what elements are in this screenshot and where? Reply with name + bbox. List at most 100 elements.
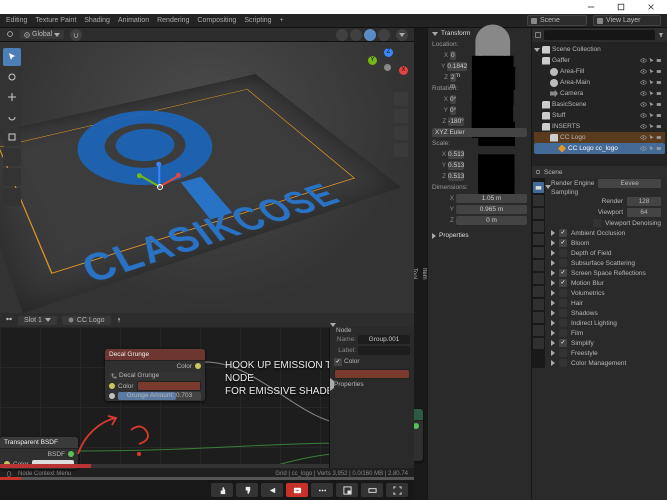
eye-icon[interactable]	[640, 134, 647, 141]
eye-icon[interactable]	[640, 112, 647, 119]
selectable-icon[interactable]	[648, 134, 655, 141]
grunge-amount-slider[interactable]: Grunge Amount: 0.703	[118, 392, 201, 400]
shading-solid[interactable]	[350, 29, 362, 41]
zoom-button[interactable]	[394, 92, 408, 106]
render-section-row[interactable]: Volumetrics	[545, 288, 667, 298]
outliner-row[interactable]: Camera	[534, 88, 665, 99]
disclosure-icon[interactable]	[551, 340, 555, 346]
object-tab[interactable]	[533, 247, 544, 258]
filter-icon[interactable]	[658, 32, 664, 38]
modifier-tab[interactable]	[533, 260, 544, 271]
section-checkbox[interactable]	[559, 309, 567, 317]
section-checkbox[interactable]	[559, 349, 567, 357]
outliner-row[interactable]: INSERTS	[534, 121, 665, 132]
node-header[interactable]: Transparent BSDF	[0, 437, 78, 449]
orbit-x[interactable]: X	[399, 66, 408, 75]
dim-x-field[interactable]: 1.05 m	[456, 194, 527, 203]
outliner-row[interactable]: Gaffer	[534, 55, 665, 66]
render-section-row[interactable]: Indirect Lighting	[545, 318, 667, 328]
node-name-input[interactable]: Group.001	[358, 335, 410, 344]
orientation-dropdown[interactable]: Global	[20, 30, 64, 39]
rotate-tool[interactable]	[3, 108, 21, 126]
pin-icon[interactable]	[116, 317, 122, 323]
close-window-button[interactable]	[639, 0, 663, 14]
scale-y-field[interactable]: 0.513	[448, 161, 464, 170]
orbit-center[interactable]	[384, 64, 391, 71]
editor-type-icon[interactable]	[5, 315, 13, 325]
disclosure-icon[interactable]	[551, 290, 555, 296]
color-field[interactable]	[137, 381, 201, 391]
thumb-down-button[interactable]	[236, 483, 258, 497]
select-tool[interactable]	[3, 48, 21, 66]
disclosure-icon[interactable]	[551, 250, 555, 256]
render-section-row[interactable]: Shadows	[545, 308, 667, 318]
snap-toggle[interactable]	[70, 29, 82, 41]
location-z-field[interactable]: 2 m	[450, 73, 455, 82]
workspace-add[interactable]: +	[280, 17, 284, 24]
move-tool[interactable]	[3, 88, 21, 106]
workspace-tab[interactable]: Editing	[6, 17, 27, 24]
render-section-row[interactable]: Simplify	[545, 338, 667, 348]
transform-tool[interactable]	[3, 148, 21, 166]
render-icon[interactable]	[656, 134, 663, 141]
render-section-row[interactable]: Ambient Occlusion	[545, 228, 667, 238]
selectable-icon[interactable]	[648, 90, 655, 97]
dim-z-field[interactable]: 0 m	[456, 216, 527, 225]
viewlayer-selector[interactable]: View Layer	[593, 15, 661, 26]
texture-tab[interactable]	[533, 338, 544, 349]
outliner-search[interactable]	[544, 30, 655, 40]
render-icon[interactable]	[656, 68, 663, 75]
render-icon[interactable]	[656, 145, 663, 152]
rotation-x-field[interactable]: 0°	[450, 95, 456, 104]
constraints-tab[interactable]	[533, 299, 544, 310]
camera-view-button[interactable]	[394, 126, 408, 140]
disclosure-icon[interactable]	[551, 300, 555, 306]
dim-y-field[interactable]: 0.965 m	[456, 205, 527, 214]
disclosure-icon[interactable]	[551, 240, 555, 246]
viewport-samples-field[interactable]: 64	[627, 208, 661, 217]
disclosure-icon[interactable]	[551, 360, 555, 366]
maximize-button[interactable]	[609, 0, 633, 14]
thumb-up-button[interactable]	[211, 483, 233, 497]
measure-tool[interactable]	[3, 188, 21, 206]
shading-material-preview[interactable]	[364, 29, 376, 41]
disclosure-icon[interactable]	[551, 320, 555, 326]
disclosure-icon[interactable]	[551, 330, 555, 336]
editor-type-icon[interactable]	[6, 30, 14, 40]
render-section-row[interactable]: Screen Space Reflections	[545, 268, 667, 278]
disclosure-icon[interactable]	[551, 230, 555, 236]
eye-icon[interactable]	[640, 57, 647, 64]
material-selector[interactable]: CC Logo	[62, 316, 111, 325]
outliner-row[interactable]: Area-Fill	[534, 66, 665, 77]
disclosure-icon[interactable]	[432, 32, 438, 36]
output-socket[interactable]	[195, 363, 201, 369]
section-checkbox[interactable]	[559, 249, 567, 257]
section-checkbox[interactable]	[559, 229, 567, 237]
render-engine-dropdown[interactable]: Eevee	[598, 179, 661, 188]
shading-rendered[interactable]	[378, 29, 390, 41]
outliner-row[interactable]: CC Logo cc_logo	[534, 143, 665, 154]
outliner-row[interactable]: Stuff	[534, 110, 665, 121]
eye-icon[interactable]	[640, 145, 647, 152]
eye-icon[interactable]	[640, 123, 647, 130]
workspace-tab[interactable]: Scripting	[244, 17, 271, 24]
disclosure-icon[interactable]	[551, 260, 555, 266]
selectable-icon[interactable]	[648, 123, 655, 130]
render-section-row[interactable]: Freestyle	[545, 348, 667, 358]
section-checkbox[interactable]	[559, 279, 567, 287]
cursor-tool[interactable]	[3, 68, 21, 86]
render-tab[interactable]	[533, 182, 544, 193]
eye-icon[interactable]	[640, 90, 647, 97]
scale-tool[interactable]	[3, 128, 21, 146]
node-color-field[interactable]	[334, 369, 410, 379]
rotation-y-field[interactable]: 0°	[450, 106, 456, 115]
disclosure-icon[interactable]	[432, 233, 436, 239]
section-checkbox[interactable]	[559, 329, 567, 337]
render-section-row[interactable]: Subsurface Scattering	[545, 258, 667, 268]
render-section-row[interactable]: Motion Blur	[545, 278, 667, 288]
ortho-toggle-button[interactable]	[394, 143, 408, 157]
shading-wireframe[interactable]	[336, 29, 348, 41]
render-samples-field[interactable]: 128	[627, 197, 661, 206]
pan-button[interactable]	[394, 109, 408, 123]
eye-icon[interactable]	[640, 101, 647, 108]
